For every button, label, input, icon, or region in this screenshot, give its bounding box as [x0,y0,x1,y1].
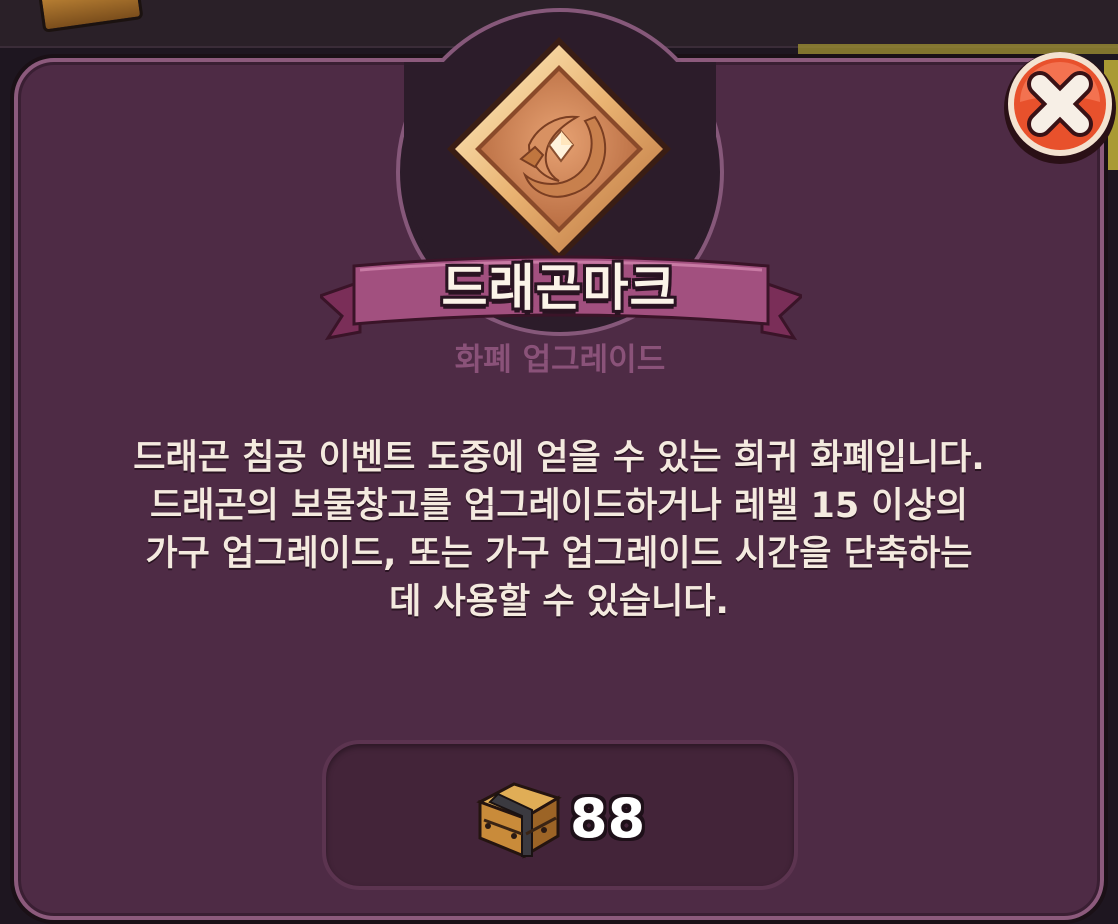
owned-count: 88 [570,787,646,850]
item-category: 화폐 업그레이드 [454,342,666,378]
item-title: 드래곤마크 [441,259,677,317]
close-x-icon [1004,52,1116,164]
dragon-mark-icon [445,35,673,263]
close-button[interactable] [1000,44,1118,166]
treasure-crate-icon [474,774,562,860]
item-description: 드래곤 침공 이벤트 도중에 얻을 수 있는 희귀 화폐입니다. 드래곤의 보물… [133,438,985,622]
